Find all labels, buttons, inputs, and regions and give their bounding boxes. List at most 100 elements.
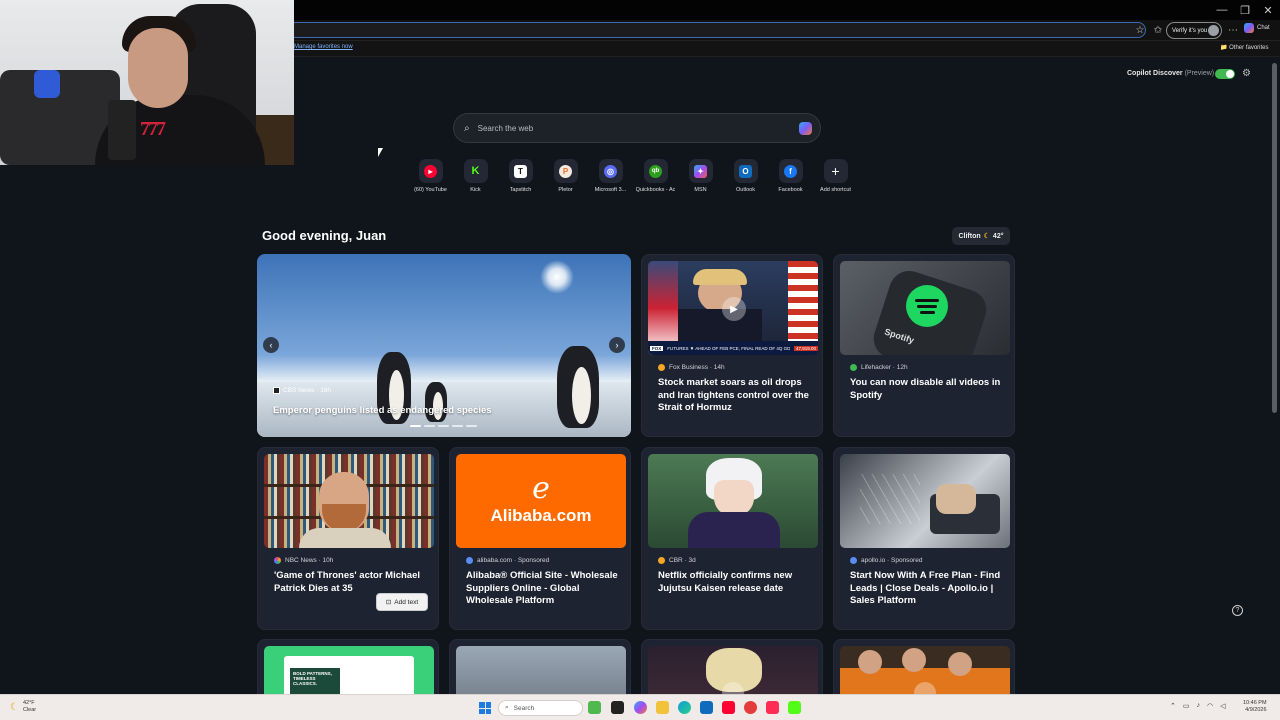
store-icon[interactable] xyxy=(700,701,713,714)
mic-icon[interactable]: ♪ xyxy=(1197,702,1201,710)
hero-news-card[interactable]: ‹ › CBS News · 16h Emperor penguins list… xyxy=(257,254,631,437)
maximize-button[interactable]: ❐ xyxy=(1233,0,1257,20)
other-favorites-label: Other favorites xyxy=(1229,45,1269,51)
discover-preview: (Preview) xyxy=(1184,70,1215,77)
battery-icon[interactable]: ▭ xyxy=(1183,702,1190,710)
facebook-icon: f xyxy=(784,164,797,178)
source-text: NBC News · 10h xyxy=(285,557,334,564)
play-icon[interactable]: ▶ xyxy=(722,297,746,321)
discover-toggle[interactable] xyxy=(1215,69,1235,79)
favorites-icon[interactable]: ✩ xyxy=(1151,23,1165,37)
wifi-icon[interactable]: ◠ xyxy=(1207,702,1213,710)
windows-start-icon[interactable] xyxy=(479,702,491,714)
help-icon[interactable]: ? xyxy=(1232,605,1243,616)
address-bar[interactable] xyxy=(288,22,1146,38)
shortcut-quickbooks[interactable]: qb Quickbooks - Ac xyxy=(633,159,678,193)
shortcut-microsoft-365[interactable]: ◎ Microsoft 3... xyxy=(588,159,633,193)
clock-time: 10:46 PM xyxy=(1243,700,1267,706)
quickbooks-icon: qb xyxy=(649,164,662,178)
news-card[interactable] xyxy=(449,639,631,694)
gear-icon[interactable]: ⚙ xyxy=(1242,68,1251,79)
copilot-icon[interactable] xyxy=(634,701,647,714)
shortcut-outlook[interactable]: O Outlook xyxy=(723,159,768,193)
pletor-icon: P xyxy=(559,164,572,178)
shortcut-label: Tapstitch xyxy=(509,187,532,193)
close-button[interactable]: ✕ xyxy=(1256,0,1280,20)
copilot-chat-button[interactable]: Chat xyxy=(1244,23,1270,33)
weather-city: Clifton xyxy=(958,232,981,240)
volume-icon[interactable]: ◁ xyxy=(1220,702,1225,710)
carousel-prev-button[interactable]: ‹ xyxy=(263,337,279,353)
shortcut-label: Microsoft 3... xyxy=(594,187,627,193)
news-image: Spotify xyxy=(840,261,1010,355)
edge-icon[interactable] xyxy=(678,701,691,714)
carousel-next-button[interactable]: › xyxy=(609,337,625,353)
web-search-box[interactable]: ⌕ xyxy=(453,113,821,143)
shortcut-youtube[interactable]: ▸ (60) YouTube xyxy=(408,159,453,193)
kick-icon[interactable] xyxy=(788,701,801,714)
manage-favorites-link[interactable]: Manage favorites now xyxy=(294,44,353,50)
news-card[interactable]: CBR · 3d Netflix officially confirms new… xyxy=(641,447,823,630)
task-view-icon[interactable] xyxy=(611,701,624,714)
tiktok-icon[interactable] xyxy=(766,701,779,714)
chevron-up-icon[interactable]: ⌃ xyxy=(1170,702,1176,710)
copilot-icon[interactable] xyxy=(799,122,812,135)
webcam-overlay: 777 xyxy=(0,0,294,165)
moon-icon: ☾ xyxy=(983,233,990,240)
app-icon[interactable] xyxy=(588,701,601,714)
add-shortcut-button[interactable]: + Add shortcut xyxy=(813,159,858,193)
more-icon[interactable]: ⋯ xyxy=(1226,23,1240,37)
carousel-dots[interactable] xyxy=(410,425,477,427)
news-card[interactable]: FOX FUTURES ▼ AHEAD OF FEB PCE, FINAL REA… xyxy=(641,254,823,437)
shortcut-tapstitch[interactable]: T Tapstitch xyxy=(498,159,543,193)
youtube-icon[interactable] xyxy=(722,701,735,714)
shortcut-msn[interactable]: ✦ MSN xyxy=(678,159,723,193)
other-favorites-button[interactable]: 📁 Other favorites xyxy=(1220,44,1269,51)
card-source: Lifehacker · 12h xyxy=(850,364,908,371)
avatar xyxy=(1208,25,1219,36)
minimize-button[interactable]: — xyxy=(1210,0,1234,20)
profile-button[interactable]: Verify it's you xyxy=(1166,22,1222,39)
nbc-icon xyxy=(274,557,281,564)
news-card[interactable] xyxy=(641,639,823,694)
news-card[interactable] xyxy=(833,639,1015,694)
msn-icon: ✦ xyxy=(694,164,707,178)
system-tray[interactable]: ⌃ ▭ ♪ ◠ ◁ xyxy=(1170,702,1226,710)
taskbar-weather[interactable]: ☾ 42°F Clear xyxy=(10,700,36,714)
file-explorer-icon[interactable] xyxy=(656,701,669,714)
taskbar: ☾ 42°F Clear ⌕ Search ⌃ ▭ ♪ ◠ ◁ 10:46 PM 4/9/20… xyxy=(0,694,1280,720)
shortcut-facebook[interactable]: f Facebook xyxy=(768,159,813,193)
verify-label: Verify it's you xyxy=(1172,27,1208,34)
taskbar-search-label: Search xyxy=(513,704,535,712)
scrollbar[interactable] xyxy=(1270,57,1280,694)
source-text: alibaba.com · Sponsored xyxy=(477,557,550,564)
search-input[interactable] xyxy=(477,123,778,133)
news-card[interactable]: Spotify Lifehacker · 12h You can now dis… xyxy=(833,254,1015,437)
news-image xyxy=(264,454,434,548)
taskbar-search[interactable]: ⌕ Search xyxy=(498,700,583,716)
shortcut-label: Outlook xyxy=(736,187,755,193)
text-icon: ⊡ xyxy=(385,599,392,606)
weather-chip[interactable]: Clifton ☾ 42° xyxy=(952,227,1010,245)
source-text: Lifehacker · 12h xyxy=(861,364,908,371)
shortcut-label: Add shortcut xyxy=(820,187,851,193)
taskbar-clock[interactable]: 10:46 PM 4/9/2026 xyxy=(1243,700,1267,714)
scrollbar-thumb[interactable] xyxy=(1272,63,1277,413)
news-image: BOLD PATTERNS, TIMELESS CLASSICS. xyxy=(264,646,434,694)
source-icon xyxy=(466,557,473,564)
hero-title: Emperor penguins listed as endangered sp… xyxy=(273,405,492,416)
shortcut-kick[interactable]: K Kick xyxy=(453,159,498,193)
add-text-button[interactable]: ⊡ Add text xyxy=(376,593,428,611)
source-icon xyxy=(850,557,857,564)
sponsored-card[interactable]: ℯ Alibaba.com alibaba.com · Sponsored Al… xyxy=(449,447,631,630)
app-icon[interactable] xyxy=(744,701,757,714)
greeting: Good evening, Juan xyxy=(262,228,387,243)
card-title: Alibaba® Official Site - Wholesale Suppl… xyxy=(466,570,618,606)
news-image xyxy=(456,646,626,694)
star-icon[interactable]: ☆ xyxy=(1133,23,1147,37)
news-card[interactable]: BOLD PATTERNS, TIMELESS CLASSICS. xyxy=(257,639,439,694)
shortcut-pletor[interactable]: P Pletor xyxy=(543,159,588,193)
youtube-icon: ▸ xyxy=(424,164,437,178)
sponsored-card[interactable]: apollo.io · Sponsored Start Now With A F… xyxy=(833,447,1015,630)
card-title: Stock market soars as oil drops and Iran… xyxy=(658,377,809,413)
